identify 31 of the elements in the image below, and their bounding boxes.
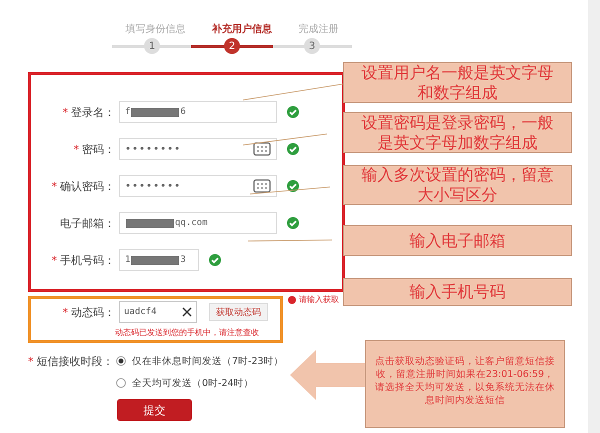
code-hint: 动态码已发送到您的手机中，请注意查收 <box>115 327 260 338</box>
field-label: * 密码： <box>72 142 116 156</box>
radio-label[interactable]: 全天均可发送（0时-24时） <box>132 376 254 390</box>
input-field[interactable]: 1 3 <box>119 249 199 271</box>
step-number: 2 <box>224 38 240 54</box>
code-field[interactable]: uadcf4 <box>119 301 197 323</box>
callout-note: 点击获取动态验证码，让客户留意短信接收，留意注册时间如果在23:01-06:59，请选择全天均可发送，以免系统无法在休息时间内发送短信 <box>365 340 565 428</box>
annotation-note: 设置用户名一般是英文字母和数字组成 <box>343 62 572 103</box>
field-label: * 动态码： <box>62 304 116 320</box>
field-label: 电子邮箱： <box>59 216 116 230</box>
get-code-button[interactable]: 获取动态码 <box>209 303 268 321</box>
input-field[interactable]: f 6 <box>119 101 277 123</box>
annotation-note: 输入电子邮箱 <box>343 225 572 256</box>
step-label: 补充用户信息 <box>212 22 272 36</box>
input-field[interactable]: qq.com <box>119 212 277 234</box>
field-label: * 短信接收时段： <box>28 354 114 368</box>
radio-label[interactable]: 仅在非休息时间发送（7时-23时） <box>132 354 284 368</box>
annotation-note: 输入多次设置的密码，留意大小写区分 <box>343 165 572 205</box>
step-label: 填写身份信息 <box>125 22 186 36</box>
field-label: * 手机号码： <box>50 252 116 268</box>
step-number: 3 <box>304 38 320 54</box>
step-number: 1 <box>144 38 160 54</box>
input-field[interactable]: •••••••• <box>119 175 277 197</box>
error-text: 请输入获取 <box>299 294 339 305</box>
submit-button[interactable]: 提交 <box>117 399 192 421</box>
field-label: * 确认密码： <box>50 178 116 194</box>
annotation-note: 输入手机号码 <box>343 278 572 306</box>
input-field[interactable]: •••••••• <box>119 138 277 160</box>
annotation-note: 设置密码是登录密码，一般是英文字母加数字组成 <box>343 112 572 153</box>
step-label: 完成注册 <box>298 22 339 36</box>
field-label: * 登录名： <box>62 104 116 120</box>
